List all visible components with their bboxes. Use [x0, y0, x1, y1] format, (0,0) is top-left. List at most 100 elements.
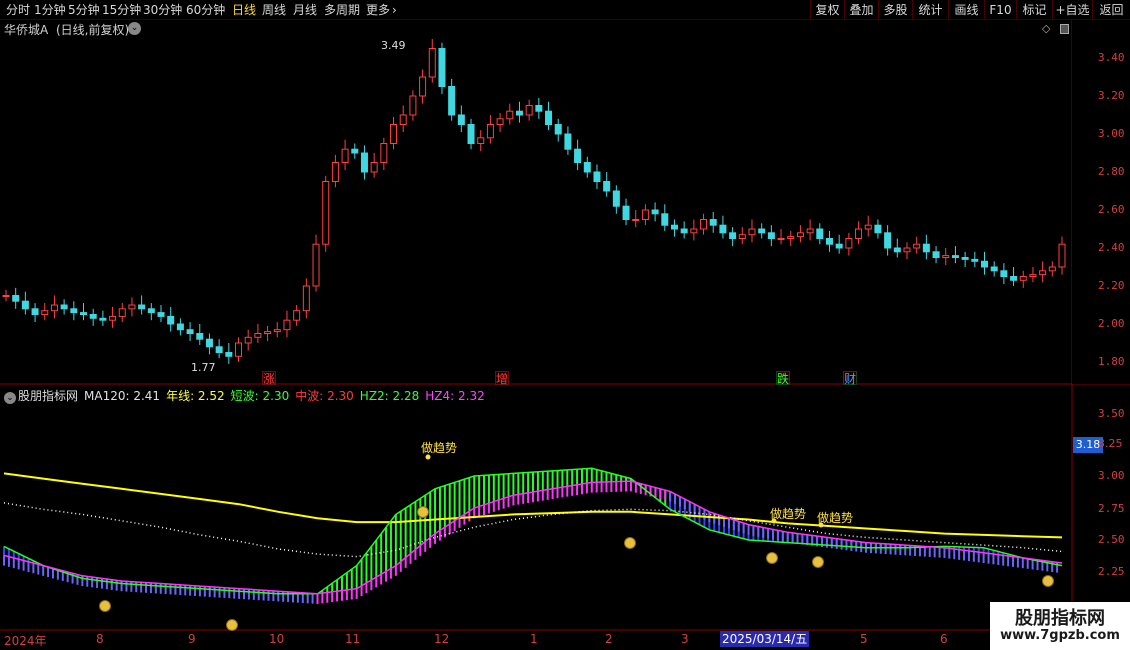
hz2-value: HZ2: 2.28 — [359, 389, 420, 403]
candle-body — [399, 114, 407, 125]
ma120-value: MA120: 2.41 — [84, 389, 161, 403]
candle-body — [312, 243, 320, 287]
candle-body — [496, 118, 504, 126]
candle-body — [612, 190, 620, 207]
diamond-icon[interactable]: ◇ — [1042, 22, 1050, 35]
period-toolbar: 分时 1分钟 5分钟 15分钟 30分钟 60分钟 日线 周线 月线 多周期 更… — [0, 0, 1130, 20]
selected-date[interactable]: 2025/03/14/五 — [720, 631, 810, 647]
candle-body — [196, 333, 204, 340]
candle-body — [2, 295, 10, 297]
candle-body — [21, 300, 29, 310]
candle-body — [205, 338, 213, 348]
price-axis-label: 2.00 — [1098, 317, 1125, 330]
trend-annotation: 做趋势 — [817, 511, 854, 525]
signal-zhang[interactable]: 涨 — [262, 371, 276, 386]
period-60min[interactable]: 60分钟 — [186, 2, 225, 18]
candle-body — [370, 162, 378, 173]
candle-body — [390, 124, 398, 144]
ma120-line — [3, 502, 1063, 558]
date-label: 10 — [269, 632, 285, 646]
period-daily[interactable]: 日线 — [232, 2, 256, 18]
multi-stock-button[interactable]: 多股 — [878, 0, 912, 20]
signal-cai[interactable]: 财 — [843, 371, 857, 386]
indicator-name[interactable]: 股朋指标网 — [18, 389, 78, 403]
period-15min[interactable]: 15分钟 — [102, 2, 141, 18]
period-more[interactable]: 更多 › — [366, 2, 397, 18]
candle-body — [80, 312, 88, 316]
candle-body — [147, 308, 155, 314]
period-multi[interactable]: 多周期 — [324, 2, 360, 18]
candle-body — [128, 304, 136, 310]
add-watchlist-button[interactable]: +自选 — [1052, 0, 1092, 20]
candle-body — [1000, 270, 1008, 277]
candle-body — [884, 232, 892, 249]
candle-body — [835, 243, 843, 249]
candle-body — [670, 224, 678, 230]
candle-body — [225, 352, 233, 357]
fuquan-button[interactable]: 复权 — [810, 0, 844, 20]
candle-body — [118, 308, 126, 317]
candle-body — [661, 213, 669, 226]
candle-body — [515, 110, 523, 116]
panel-toggle-icon[interactable] — [1060, 24, 1069, 34]
money-bag-icon — [624, 537, 636, 549]
candle-body — [467, 124, 475, 144]
candle-body — [700, 219, 708, 230]
date-label: 5 — [860, 632, 868, 646]
signal-die[interactable]: 跌 — [776, 371, 790, 386]
candle-body — [787, 236, 795, 240]
candle-body — [641, 209, 649, 220]
price-axis-label: 2.60 — [1098, 203, 1125, 216]
period-fenshi[interactable]: 分时 — [6, 2, 30, 18]
candle-body — [971, 258, 979, 262]
candle-body — [903, 247, 911, 253]
overlay-button[interactable]: 叠加 — [844, 0, 878, 20]
price-axis-label: 3.20 — [1098, 89, 1125, 102]
candle-body — [360, 152, 368, 173]
candle-body — [525, 105, 533, 116]
candle-body — [758, 228, 766, 234]
period-5min[interactable]: 5分钟 — [68, 2, 100, 18]
period-30min[interactable]: 30分钟 — [143, 2, 182, 18]
date-label: 3 — [681, 632, 689, 646]
price-axis-label: 3.00 — [1098, 127, 1125, 140]
candle-body — [535, 105, 543, 112]
candle-body — [1010, 276, 1018, 281]
candle-body — [428, 48, 436, 78]
money-bag-icon — [417, 506, 429, 518]
period-monthly[interactable]: 月线 — [293, 2, 317, 18]
candle-body — [622, 205, 630, 220]
money-bag-icon — [1042, 575, 1054, 587]
stock-name[interactable]: 华侨城A — [4, 21, 48, 38]
draw-line-button[interactable]: 画线 — [948, 0, 984, 20]
candle-body — [593, 171, 601, 182]
signal-zeng[interactable]: 增 — [495, 371, 509, 386]
candle-body — [264, 331, 272, 335]
f10-button[interactable]: F10 — [984, 0, 1016, 20]
candle-body — [855, 228, 863, 239]
mark-button[interactable]: 标记 — [1016, 0, 1052, 20]
candle-body — [932, 251, 940, 259]
period-weekly[interactable]: 周线 — [262, 2, 286, 18]
candle-body — [109, 315, 117, 321]
candle-body — [457, 114, 465, 125]
hz4-value: HZ4: 2.32 — [425, 389, 485, 403]
candle-body — [942, 255, 950, 259]
candle-body — [1029, 274, 1037, 278]
stats-button[interactable]: 统计 — [912, 0, 948, 20]
candle-body — [331, 162, 339, 182]
candle-body — [690, 228, 698, 234]
back-button[interactable]: 返回 — [1092, 0, 1130, 20]
candle-body — [186, 329, 194, 335]
chart-canvas — [0, 20, 1130, 631]
date-label: 2024年 — [4, 634, 47, 648]
candle-body — [961, 257, 969, 260]
candle-body — [89, 314, 97, 319]
candle-body — [680, 228, 688, 234]
period-1min[interactable]: 1分钟 — [34, 2, 66, 18]
candle-body — [157, 312, 165, 317]
chevron-down-icon[interactable]: ⌄ — [128, 22, 141, 35]
chevron-down-icon[interactable]: ⌄ — [4, 392, 16, 404]
candle-body — [167, 315, 175, 325]
date-label: 11 — [345, 632, 361, 646]
